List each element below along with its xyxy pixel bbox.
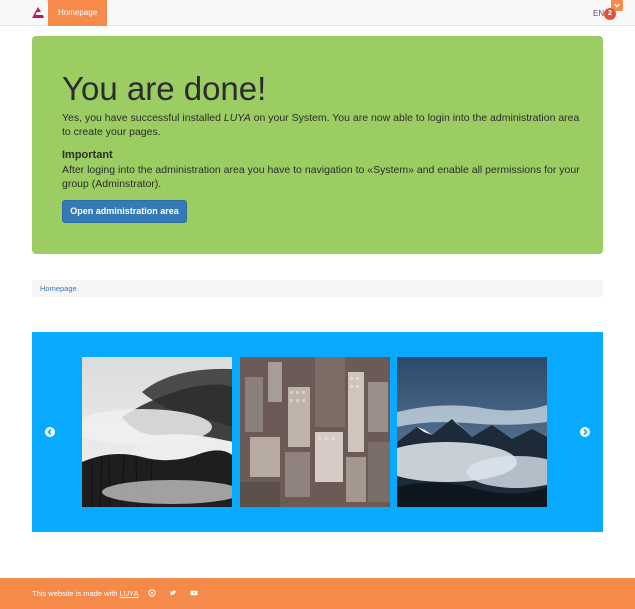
breadcrumb: Homepage [32,280,603,297]
breadcrumb-item-homepage[interactable]: Homepage [40,284,77,293]
site-footer: This website is made with LUYA [0,578,635,609]
misty-forest-photo [82,357,232,507]
install-message: Yes, you have successful installed LUYA … [62,111,582,139]
carousel-prev-button[interactable] [45,427,55,437]
footer-credit: This website is made with LUYA [32,589,139,598]
install-message-start: Yes, you have successful installed [62,112,224,124]
twitter-icon[interactable] [169,589,177,597]
city-skyline-photo [240,357,390,507]
carousel-next-button[interactable] [580,427,590,437]
mountain-clouds-photo [397,357,547,507]
image-carousel [32,332,603,532]
chevron-left-icon [47,428,52,436]
github-icon[interactable] [148,589,156,597]
important-text: After loging into the administration are… [62,164,580,190]
welcome-jumbotron: You are done! Yes, you have successful i… [32,36,603,254]
youtube-icon[interactable] [190,589,198,597]
luya-logo-icon[interactable] [28,4,48,22]
page-title: You are done! [62,70,267,107]
chevron-right-icon [583,428,588,436]
notification-badge[interactable]: 2 [604,8,616,20]
important-heading: Important [62,149,113,161]
open-admin-button[interactable]: Open administration area [62,200,187,223]
language-switcher[interactable]: EN [593,9,604,18]
footer-luya-link[interactable]: LUYA [120,589,139,598]
nav-item-homepage[interactable]: Homepage [48,0,108,26]
luya-emphasis: LUYA [223,112,251,124]
navbar: Homepage EN 2 [0,0,635,26]
footer-credit-text: This website is made with [32,589,120,598]
